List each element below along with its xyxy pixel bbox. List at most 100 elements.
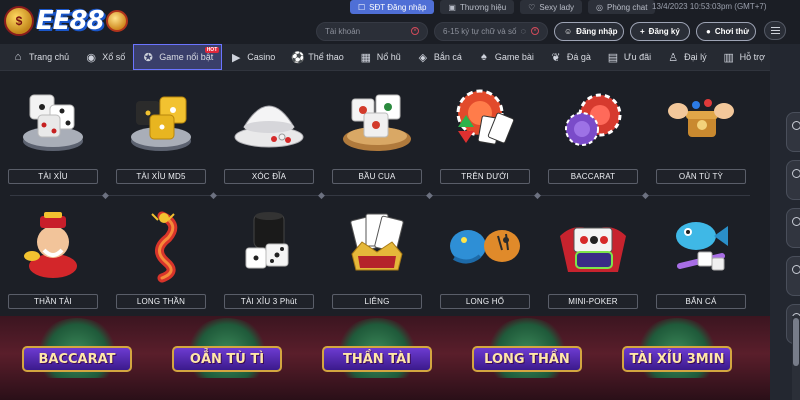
game-card-ban-ca[interactable]: BẮN CÁ — [656, 200, 746, 318]
banner-card-baccarat[interactable]: BACCARAT — [22, 316, 132, 400]
game-label: TÀI XỈU MD5 — [116, 169, 206, 184]
clear-icon[interactable]: × — [411, 27, 419, 35]
game-card-oan-tu-ty[interactable]: OẲN TÙ TỲ — [656, 75, 746, 193]
game-label: BẦU CUA — [332, 169, 422, 184]
nav-label: Game bài — [494, 52, 534, 62]
brand-logo[interactable]: $ EE88 — [4, 2, 132, 40]
nav-fishing[interactable]: ◈ Bắn cá — [409, 44, 470, 71]
nav-label: Xổ số — [102, 52, 126, 62]
game-card-bau-cua[interactable]: BẦU CUA — [332, 75, 422, 193]
game-card-lieng[interactable]: LIÊNG — [332, 200, 422, 318]
password-field[interactable]: ◌ × — [434, 21, 548, 41]
login-button[interactable]: ☺ Đăng nhập — [554, 21, 624, 41]
nav-lottery[interactable]: ◉ Xổ số — [77, 44, 133, 71]
game-label: THẦN TÀI — [8, 294, 98, 309]
game-card-tai-xiu-3-phut[interactable]: TÀI XỈU 3 Phút — [224, 200, 314, 318]
banner-card-than-tai[interactable]: THẦN TÀI — [322, 316, 432, 400]
nav-label: Bắn cá — [433, 52, 462, 62]
banner-title: THẦN TÀI — [322, 346, 432, 372]
sports-icon: ⚽ — [291, 51, 305, 64]
banner-card-oan-tu-ti[interactable]: OẲN TÙ TÌ — [172, 316, 282, 400]
nav-promotions[interactable]: ▤ Ưu đãi — [599, 44, 659, 71]
nav-cockfight[interactable]: ❦ Đá gà — [542, 44, 599, 71]
username-field[interactable]: × — [316, 21, 428, 41]
cards-icon: ♠ — [480, 51, 487, 63]
game-card-tren-duoi[interactable]: TRÊN DƯỚI — [440, 75, 530, 193]
nav-featured-games[interactable]: ✪ Game nổi bật HOT — [133, 44, 223, 70]
crown-cards-icon — [350, 213, 404, 271]
side-float-tab[interactable] — [786, 208, 800, 248]
toplink-label: SĐT Đăng nhập — [369, 2, 427, 12]
nav-home[interactable]: ⌂ Trang chủ — [4, 44, 77, 71]
user-icon: ☺ — [564, 26, 573, 36]
side-tab-icon — [792, 265, 800, 274]
game-card-mini-poker[interactable]: MINI-POKER — [548, 200, 638, 318]
diamond-ornament-icon: ◆ — [102, 190, 109, 200]
side-float-tab[interactable] — [786, 160, 800, 200]
nav-label: Ưu đãi — [623, 52, 652, 62]
side-float-tab[interactable] — [786, 112, 800, 152]
scrollbar[interactable] — [792, 316, 800, 400]
side-float-tab[interactable] — [786, 256, 800, 296]
game-card-tai-xiu[interactable]: TÀI XỈU — [8, 75, 98, 193]
diamond-ornament-icon: ◆ — [534, 190, 541, 200]
game-label: BẮN CÁ — [656, 294, 746, 309]
top-links: ☐ SĐT Đăng nhập ▣ Thương hiệu ♡ Sexy lad… — [350, 0, 656, 14]
phone-icon: ☐ — [358, 2, 366, 12]
datetime: 13/4/2023 10:53:03pm (GMT+7) — [652, 2, 767, 11]
rock-paper-scissors-icon — [668, 99, 734, 137]
brand-icon: ▣ — [448, 2, 456, 12]
game-card-baccarat[interactable]: BACCARAT — [548, 75, 638, 193]
scrollbar-thumb[interactable] — [793, 318, 799, 366]
password-input[interactable] — [443, 26, 521, 36]
game-card-long-than[interactable]: LONG THẦN — [116, 200, 206, 318]
nav-label: Đá gà — [566, 52, 591, 62]
featured-games-panel: TÀI XỈU TÀI XỈU MD5 XÓC ĐĨA BẦU CUA TRÊN… — [0, 71, 770, 316]
banner-title: LONG THẦN — [472, 346, 582, 372]
casino-chips-icon — [565, 93, 622, 146]
home-icon: ⌂ — [14, 51, 22, 63]
nav-support[interactable]: ▥ Hỗ trợ — [715, 44, 773, 71]
register-button[interactable]: + Đăng ký — [630, 21, 690, 41]
wild-slot-icon — [560, 227, 626, 272]
nav-label: Casino — [247, 52, 276, 62]
menu-button[interactable] — [764, 21, 786, 40]
agent-icon: ♙ — [668, 51, 679, 64]
fish-icon: ◈ — [418, 51, 428, 64]
side-tab-icon — [792, 169, 800, 178]
banner-card-long-than[interactable]: LONG THẦN — [472, 316, 582, 400]
nav-sports[interactable]: ⚽ Thể thao — [283, 44, 352, 71]
diamond-ornament-icon: ◆ — [426, 190, 433, 200]
toplink-sexy-lady[interactable]: ♡ Sexy lady — [520, 0, 583, 14]
logo-emblem-icon: $ — [4, 6, 34, 36]
game-label: LONG THẦN — [116, 294, 206, 309]
diamond-ornament-icon: ◆ — [642, 190, 649, 200]
nav-slots[interactable]: ▦ Nổ hũ — [352, 44, 409, 71]
eye-hidden-icon[interactable]: ◌ — [521, 26, 526, 36]
gold-dice-icon — [131, 96, 191, 151]
clear-icon[interactable]: × — [531, 27, 539, 35]
header: $ EE88 ☐ SĐT Đăng nhập ▣ Thương hiệu ♡ S… — [0, 0, 800, 44]
toplink-brand[interactable]: ▣ Thương hiệu — [440, 0, 515, 14]
game-card-long-ho[interactable]: LONG HỔ — [440, 200, 530, 318]
chat-icon: ◎ — [596, 2, 603, 12]
rooster-icon: ❦ — [551, 51, 561, 64]
nav-casino[interactable]: ▶ Casino — [222, 44, 283, 71]
lottery-icon: ◉ — [86, 51, 96, 64]
game-card-than-tai[interactable]: THẦN TÀI — [8, 200, 98, 318]
game-label: TÀI XỈU — [8, 169, 98, 184]
game-card-tai-xiu-md5[interactable]: TÀI XỈU MD5 — [116, 75, 206, 193]
game-label: TÀI XỈU 3 Phút — [224, 294, 314, 309]
dice-cup-icon — [245, 212, 289, 269]
god-of-wealth-icon — [24, 212, 77, 278]
username-input[interactable] — [325, 26, 411, 36]
toplink-chat[interactable]: ◎ Phòng chat — [588, 0, 656, 14]
nav-agent[interactable]: ♙ Đại lý — [659, 44, 715, 71]
game-card-xoc-dia[interactable]: XÓC ĐĨA — [224, 75, 314, 193]
toplink-phone-login[interactable]: ☐ SĐT Đăng nhập — [350, 0, 435, 14]
nav-card-games[interactable]: ♠ Game bài — [470, 44, 542, 71]
game-label: LONG HỔ — [440, 294, 530, 309]
add-user-icon: + — [640, 26, 645, 36]
trial-button[interactable]: ● Chơi thử — [696, 21, 756, 41]
banner-card-tai-xiu-3min[interactable]: TÀI XỈU 3MIN — [622, 316, 732, 400]
